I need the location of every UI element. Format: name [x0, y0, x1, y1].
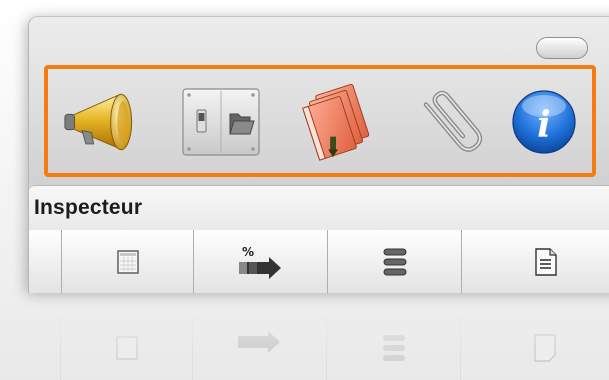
document-icon	[534, 247, 557, 276]
tab-layout[interactable]	[61, 230, 193, 293]
toolbar-item-books[interactable]	[295, 81, 377, 163]
toolbar-toggle-button[interactable]	[536, 37, 588, 59]
panel-title: Inspecteur	[34, 196, 143, 219]
percent-arrow-icon: %	[238, 245, 281, 279]
toolbar-item-info[interactable]: i	[503, 81, 585, 163]
svg-text:i: i	[537, 104, 551, 146]
books-icon	[302, 83, 370, 161]
tab-stack[interactable]	[327, 230, 461, 293]
inspector-window: i Inspecteur %	[28, 16, 609, 293]
switch-folder-icon	[182, 88, 260, 156]
tab-document[interactable]	[461, 230, 609, 293]
svg-text:%: %	[242, 245, 254, 259]
toolbar-item-switch-folder[interactable]	[180, 81, 262, 163]
inspector-tabbar: %	[29, 230, 609, 293]
toolbar-item-paperclip[interactable]	[414, 81, 496, 163]
tab-partial[interactable]	[29, 230, 61, 293]
inspector-header: Inspecteur	[29, 185, 609, 231]
tab-percent[interactable]: %	[193, 230, 327, 293]
paperclip-icon	[423, 90, 483, 152]
layout-grid-icon	[116, 249, 139, 274]
toolbar: i	[29, 17, 609, 185]
info-icon: i	[512, 90, 576, 154]
stack-lines-icon	[383, 248, 406, 275]
toolbar-item-megaphone[interactable]	[63, 81, 145, 163]
megaphone-icon	[64, 93, 133, 151]
